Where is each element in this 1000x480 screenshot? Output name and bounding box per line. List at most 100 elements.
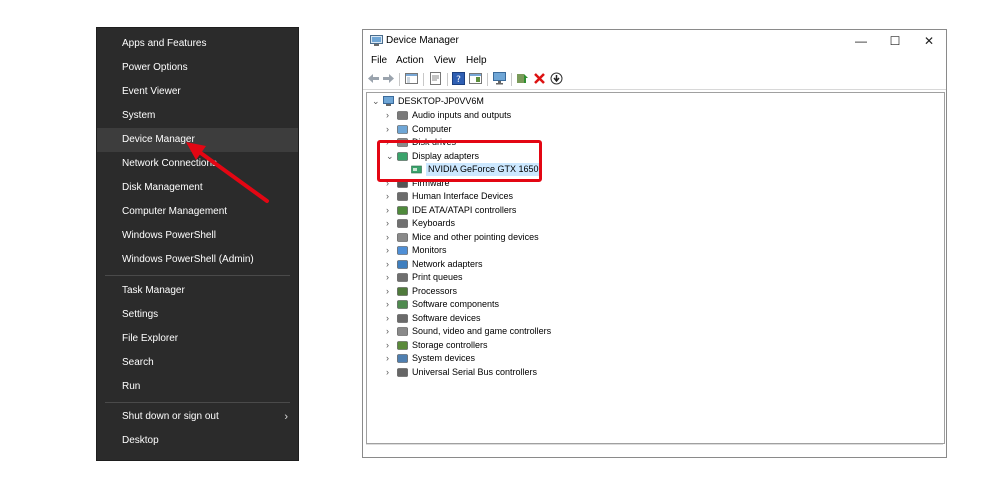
chevron-right-icon[interactable]: › [386, 244, 394, 257]
category-label: System devices [412, 353, 476, 363]
window-title: Device Manager [386, 35, 459, 46]
category-label: Monitors [412, 245, 447, 255]
category-label: Software components [412, 299, 500, 309]
menu-item-run[interactable]: Run [97, 375, 298, 399]
computer-icon [383, 96, 394, 106]
computer-name: DESKTOP-JP0VV6M [398, 96, 484, 106]
chevron-right-icon[interactable]: › [386, 312, 394, 325]
menu-item-shut-down-or-sign-out[interactable]: Shut down or sign out › [97, 405, 298, 429]
category-label: Keyboards [412, 218, 456, 228]
close-button[interactable]: ✕ [912, 30, 946, 53]
uninstall-x-icon[interactable] [533, 72, 546, 85]
chevron-right-icon: › [284, 411, 288, 423]
menu-item-desktop[interactable]: Desktop [97, 429, 298, 453]
menu-separator [105, 275, 290, 276]
properties-icon[interactable] [429, 72, 442, 85]
back-arrow-icon[interactable] [367, 72, 380, 85]
menu-item-label: Shut down or sign out [122, 411, 219, 422]
chevron-right-icon[interactable]: › [386, 285, 394, 298]
chevron-right-icon[interactable]: › [386, 366, 394, 379]
forward-arrow-icon[interactable] [382, 72, 395, 85]
chevron-right-icon[interactable]: › [386, 204, 394, 217]
menu-item-computer-management[interactable]: Computer Management [97, 200, 298, 224]
title-bar[interactable]: Device Manager — ☐ ✕ [363, 30, 946, 53]
scan-hardware-monitor-icon[interactable] [493, 72, 506, 85]
hid-icon [397, 192, 408, 201]
chevron-right-icon[interactable]: › [386, 352, 394, 365]
menu-action[interactable]: Action [396, 55, 424, 66]
category-label: IDE ATA/ATAPI controllers [412, 204, 517, 215]
menu-item-network-connections[interactable]: Network Connections [97, 152, 298, 176]
chevron-right-icon[interactable]: › [386, 325, 394, 338]
category-label: Computer [412, 123, 452, 134]
menu-item-device-manager[interactable]: Device Manager [97, 128, 298, 152]
software-device-icon [397, 313, 408, 323]
category-label: Universal Serial Bus controllers [412, 366, 538, 377]
menu-item-file-explorer[interactable]: File Explorer [97, 327, 298, 351]
category-label: Processors [412, 285, 458, 296]
chevron-right-icon[interactable]: › [386, 123, 394, 136]
category-label: Human Interface Devices [412, 191, 514, 201]
category-label: Storage controllers [412, 339, 488, 350]
maximize-button[interactable]: ☐ [878, 30, 912, 53]
menu-item-windows-powershell[interactable]: Windows PowerShell [97, 224, 298, 248]
highlight-box [377, 140, 542, 182]
toolbar: ? [363, 70, 946, 90]
category-label: Print queues [412, 272, 463, 282]
device-manager-window: Device Manager — ☐ ✕ File Action View He… [362, 29, 947, 458]
menu-item-event-viewer[interactable]: Event Viewer [97, 80, 298, 104]
details-view-icon[interactable] [469, 72, 482, 85]
software-component-icon [397, 300, 408, 309]
chevron-right-icon[interactable]: › [386, 109, 394, 122]
category-label: Sound, video and game controllers [412, 326, 552, 336]
chevron-right-icon[interactable]: › [386, 190, 394, 203]
toolbar-separator [423, 73, 424, 86]
usb-icon [397, 367, 408, 377]
chevron-right-icon[interactable]: › [386, 258, 394, 271]
sound-icon [397, 327, 408, 336]
ide-icon [397, 205, 408, 215]
winx-power-menu: Apps and Features Power Options Event Vi… [96, 27, 299, 461]
chevron-right-icon[interactable]: › [386, 231, 394, 244]
chevron-right-icon[interactable]: › [386, 271, 394, 284]
minimize-button[interactable]: — [844, 30, 878, 53]
menu-view[interactable]: View [434, 55, 456, 66]
menu-separator [105, 402, 290, 403]
printer-icon [397, 273, 408, 282]
system-device-icon [397, 354, 408, 363]
update-driver-icon[interactable] [516, 72, 529, 85]
menu-file[interactable]: File [371, 55, 387, 66]
chevron-right-icon[interactable]: › [386, 298, 394, 311]
storage-icon [397, 340, 408, 350]
menu-bar: File Action View Help [363, 54, 946, 70]
chevron-right-icon[interactable]: › [386, 217, 394, 230]
download-circle-icon[interactable] [550, 72, 563, 85]
menu-item-windows-powershell-admin[interactable]: Windows PowerShell (Admin) [97, 248, 298, 272]
help-icon[interactable]: ? [452, 72, 465, 85]
menu-item-settings[interactable]: Settings [97, 303, 298, 327]
menu-item-disk-management[interactable]: Disk Management [97, 176, 298, 200]
mouse-icon [397, 232, 408, 242]
keyboard-icon [397, 219, 408, 228]
menu-help[interactable]: Help [466, 55, 487, 66]
show-hide-console-tree-icon[interactable] [405, 72, 418, 85]
speaker-icon [397, 111, 408, 120]
device-manager-icon [370, 35, 383, 46]
processor-icon [397, 286, 408, 296]
svg-text:?: ? [456, 75, 461, 85]
category-label: Audio inputs and outputs [412, 110, 512, 120]
toolbar-separator [447, 73, 448, 86]
category-label: Mice and other pointing devices [412, 231, 539, 242]
chevron-right-icon[interactable]: › [386, 339, 394, 352]
menu-item-system[interactable]: System [97, 104, 298, 128]
chevron-down-icon[interactable]: ⌄ [372, 95, 380, 108]
toolbar-separator [399, 73, 400, 86]
menu-item-search[interactable]: Search [97, 351, 298, 375]
network-icon [397, 259, 408, 269]
computer-icon [397, 124, 408, 134]
toolbar-separator [511, 73, 512, 86]
category-label: Network adapters [412, 258, 483, 269]
menu-item-task-manager[interactable]: Task Manager [97, 279, 298, 303]
menu-item-apps-and-features[interactable]: Apps and Features [97, 32, 298, 56]
menu-item-power-options[interactable]: Power Options [97, 56, 298, 80]
